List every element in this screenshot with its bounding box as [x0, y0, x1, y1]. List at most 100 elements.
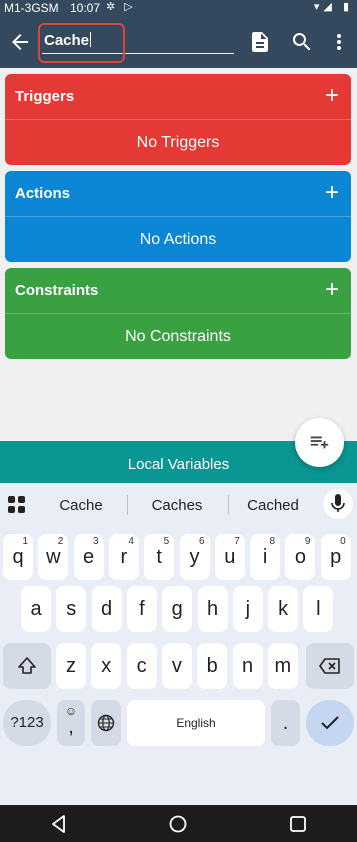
symbols-key[interactable]: ?123	[3, 700, 51, 746]
key-label: c	[136, 655, 147, 677]
key-q[interactable]: q1	[3, 534, 33, 580]
key-a[interactable]: a	[21, 586, 51, 632]
key-c[interactable]: c	[126, 643, 157, 689]
key-label: j	[245, 598, 251, 620]
key-hint: 2	[57, 536, 64, 547]
key-p[interactable]: p0	[320, 534, 351, 580]
key-hint: 1	[22, 536, 28, 547]
playlist-add-icon	[310, 436, 329, 449]
comma-label: ,	[68, 716, 74, 738]
add-trigger-icon[interactable]: +	[325, 84, 339, 108]
key-e[interactable]: e3	[73, 534, 104, 580]
shift-icon	[18, 657, 36, 674]
constraints-header[interactable]: Constraints +	[5, 268, 351, 314]
key-n[interactable]: n	[232, 643, 263, 689]
no-actions-text: No Actions	[139, 231, 217, 248]
no-triggers-text: No Triggers	[136, 134, 220, 151]
key-label: z	[66, 655, 76, 677]
key-f[interactable]: f	[126, 586, 157, 632]
key-label: i	[262, 546, 268, 568]
triggers-title: Triggers	[15, 88, 75, 105]
key-h[interactable]: h	[197, 586, 228, 632]
key-label: y	[189, 546, 200, 568]
apps-grid-icon[interactable]	[8, 496, 26, 514]
key-x[interactable]: x	[91, 643, 122, 689]
key-u[interactable]: u7	[214, 534, 245, 580]
key-z[interactable]: z	[56, 643, 86, 689]
key-hint: 9	[304, 536, 311, 547]
key-j[interactable]: j	[232, 586, 263, 632]
add-constraint-icon[interactable]: +	[325, 278, 339, 302]
key-label: g	[171, 598, 183, 620]
period-key[interactable]: .	[271, 700, 300, 746]
key-hint: 8	[269, 536, 276, 547]
search-icon[interactable]	[290, 30, 314, 54]
mic-icon	[331, 494, 345, 512]
space-key[interactable]: English	[127, 700, 265, 746]
more-vert-icon[interactable]	[327, 30, 351, 54]
back-arrow-icon[interactable]	[8, 30, 32, 54]
enter-key[interactable]	[306, 700, 354, 746]
suggestion-3[interactable]: Cached	[227, 497, 319, 514]
key-label: r	[120, 546, 128, 568]
no-constraints-text: No Constraints	[125, 328, 231, 345]
key-o[interactable]: o9	[285, 534, 316, 580]
globe-icon	[97, 714, 115, 732]
backspace-key[interactable]	[306, 643, 354, 689]
key-w[interactable]: w2	[38, 534, 69, 580]
document-icon[interactable]	[248, 30, 272, 54]
key-label: s	[66, 598, 77, 620]
key-s[interactable]: s	[56, 586, 87, 632]
actions-card: Actions + No Actions	[5, 171, 351, 262]
key-label: f	[139, 598, 145, 620]
triggers-header[interactable]: Triggers +	[5, 74, 351, 120]
suggestion-1[interactable]: Cache	[35, 497, 127, 514]
key-hint: 0	[340, 536, 346, 547]
clock: 10:07	[70, 1, 101, 15]
key-label: u	[224, 546, 236, 568]
key-label: k	[278, 598, 289, 620]
emoji-comma-key[interactable]: ☺ ,	[57, 700, 85, 746]
suggestion-2[interactable]: Caches	[131, 497, 223, 514]
status-bar: M1-3GSM 10:07 ✲ ▷ ▾◢ ▮	[0, 0, 357, 16]
key-label: d	[101, 598, 113, 620]
key-label: t	[156, 546, 162, 568]
constraints-title: Constraints	[15, 282, 99, 299]
actions-header[interactable]: Actions +	[5, 171, 351, 217]
notification-icons: ✲ ▷	[106, 1, 136, 13]
key-label: l	[316, 598, 321, 620]
add-action-icon[interactable]: +	[325, 181, 339, 205]
key-hint: 5	[163, 536, 170, 547]
key-label: q	[12, 546, 24, 568]
key-l[interactable]: l	[303, 586, 334, 632]
key-r[interactable]: r4	[108, 534, 139, 580]
nav-recents-icon[interactable]	[288, 814, 308, 834]
shift-key[interactable]	[3, 643, 51, 689]
constraints-card: Constraints + No Constraints	[5, 268, 351, 359]
language-key[interactable]	[91, 700, 121, 746]
key-label: a	[30, 598, 42, 620]
key-label: p	[330, 546, 342, 568]
carrier-label: M1-3GSM	[4, 1, 59, 15]
nav-back-icon[interactable]	[49, 814, 69, 834]
suggestion-strip: Cache Caches Cached	[0, 483, 357, 527]
key-y[interactable]: y6	[179, 534, 210, 580]
nav-home-icon[interactable]	[168, 814, 188, 834]
soft-keyboard: Cache Caches Cached ?123 ☺ , English . q…	[0, 483, 357, 805]
key-label: n	[241, 655, 254, 677]
key-b[interactable]: b	[197, 643, 228, 689]
key-i[interactable]: i8	[250, 534, 281, 580]
key-d[interactable]: d	[91, 586, 122, 632]
key-v[interactable]: v	[161, 643, 192, 689]
key-t[interactable]: t5	[144, 534, 175, 580]
key-m[interactable]: m	[267, 643, 298, 689]
key-label: h	[206, 598, 219, 620]
highlight-box	[38, 23, 125, 63]
key-k[interactable]: k	[268, 586, 299, 632]
add-playlist-button[interactable]	[295, 418, 344, 467]
app-bar: Cache	[0, 16, 357, 68]
key-hint: 6	[198, 536, 205, 547]
key-hint: 4	[128, 536, 134, 547]
key-g[interactable]: g	[162, 586, 193, 632]
mic-button[interactable]	[323, 489, 353, 519]
